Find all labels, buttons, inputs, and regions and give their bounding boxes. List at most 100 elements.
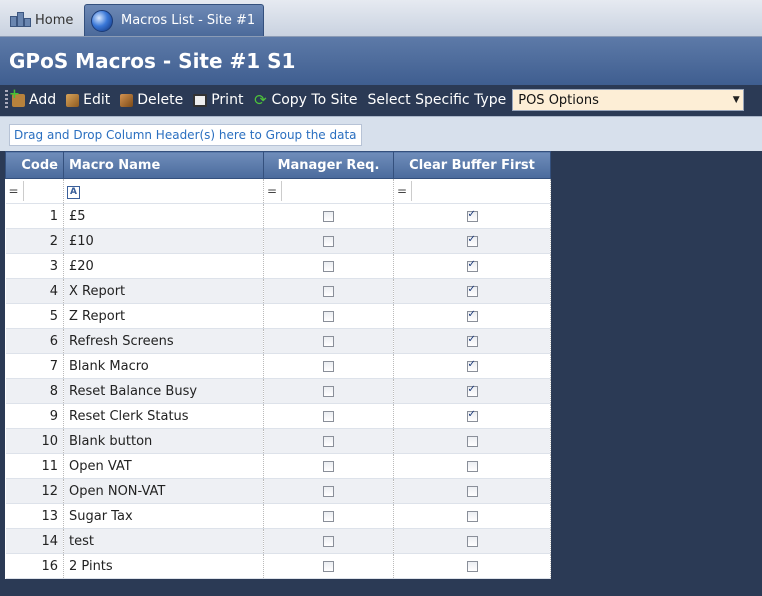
manager-req-checkbox[interactable] [323, 310, 334, 322]
manager-req-checkbox[interactable] [323, 210, 334, 222]
manager-req-checkbox[interactable] [323, 510, 334, 522]
column-header-manager-req[interactable]: Manager Req. [263, 151, 394, 179]
macros-grid: Code Macro Name Manager Req. Clear Buffe… [5, 151, 551, 579]
type-select[interactable]: POS Options ▼ [512, 89, 745, 111]
cell-manager [263, 328, 394, 354]
group-panel[interactable]: Drag and Drop Column Header(s) here to G… [0, 116, 762, 151]
cell-clear [393, 403, 551, 429]
type-select-label: Select Specific Type [367, 92, 507, 108]
manager-req-checkbox[interactable] [323, 260, 334, 272]
filter-text-icon[interactable]: A [67, 186, 80, 199]
cell-manager [263, 428, 394, 454]
tab-macros-list[interactable]: Macros List - Site #1 [84, 4, 264, 36]
clear-buffer-checkbox[interactable] [466, 510, 478, 522]
delete-button[interactable]: Delete [120, 92, 183, 108]
home-icon [10, 12, 31, 27]
cell-clear [393, 553, 551, 579]
group-panel-hint: Drag and Drop Column Header(s) here to G… [9, 124, 362, 146]
print-button[interactable]: Print [193, 92, 243, 108]
column-header-code[interactable]: Code [5, 151, 64, 179]
tab-home[interactable]: Home [6, 6, 80, 34]
cell-macro-name: £20 [63, 253, 264, 279]
filter-equals-icon[interactable]: = [397, 184, 411, 198]
table-row[interactable]: 5Z Report [5, 303, 551, 329]
cell-macro-name: £5 [63, 203, 264, 229]
cell-code: 11 [5, 453, 64, 479]
table-row[interactable]: 16 2 Pints [5, 553, 551, 579]
cell-macro-name: Open NON-VAT [63, 478, 264, 504]
filter-cell-name[interactable]: A [63, 178, 264, 204]
cell-clear [393, 203, 551, 229]
copy-icon: ⟳ [254, 90, 267, 109]
table-row[interactable]: 1 £5 [5, 203, 551, 229]
delete-label: Delete [137, 92, 184, 108]
cell-macro-name: Refresh Screens [63, 328, 264, 354]
clear-buffer-checkbox[interactable] [466, 485, 478, 497]
clear-buffer-checkbox[interactable] [466, 435, 478, 447]
table-row[interactable]: 2 £10 [5, 228, 551, 254]
manager-req-checkbox[interactable] [323, 435, 334, 447]
cell-clear [393, 303, 551, 329]
cell-manager [263, 278, 394, 304]
table-row[interactable]: 13 Sugar Tax [5, 503, 551, 529]
cell-clear [393, 378, 551, 404]
clear-buffer-checkbox[interactable] [466, 209, 478, 222]
manager-req-checkbox[interactable] [323, 485, 334, 497]
clear-buffer-checkbox[interactable] [466, 334, 478, 347]
manager-req-checkbox[interactable] [323, 235, 334, 247]
clear-buffer-checkbox[interactable] [466, 259, 478, 272]
page-title: GPoS Macros - Site #1 S1 [9, 49, 296, 73]
clear-buffer-checkbox[interactable] [466, 309, 478, 322]
table-row[interactable]: 4X Report [5, 278, 551, 304]
filter-cell-manager[interactable]: = [263, 178, 394, 204]
filter-equals-icon[interactable]: = [267, 184, 281, 198]
manager-req-checkbox[interactable] [323, 360, 334, 372]
cell-clear [393, 353, 551, 379]
cell-code: 5 [5, 303, 64, 329]
clear-buffer-checkbox[interactable] [466, 535, 478, 547]
add-button[interactable]: Add [9, 87, 56, 109]
manager-req-checkbox[interactable] [323, 285, 334, 297]
manager-req-checkbox[interactable] [323, 335, 334, 347]
clear-buffer-checkbox[interactable] [466, 560, 478, 572]
manager-req-checkbox[interactable] [323, 560, 334, 572]
column-header-clear-buffer[interactable]: Clear Buffer First [393, 151, 551, 179]
cell-manager [263, 528, 394, 554]
cell-macro-name: £10 [63, 228, 264, 254]
clear-buffer-checkbox[interactable] [466, 359, 478, 372]
manager-req-checkbox[interactable] [323, 535, 334, 547]
manager-req-checkbox[interactable] [323, 460, 334, 472]
filter-equals-icon[interactable]: = [9, 184, 23, 198]
table-row[interactable]: 3 £20 [5, 253, 551, 279]
cell-macro-name: Blank button [63, 428, 264, 454]
table-row[interactable]: 11 Open VAT [5, 453, 551, 479]
table-row[interactable]: 14 test [5, 528, 551, 554]
chevron-down-icon[interactable]: ▼ [729, 95, 743, 105]
edit-button[interactable]: Edit [66, 92, 110, 108]
table-row[interactable]: 9 Reset Clerk Status [5, 403, 551, 429]
column-header-macro-name[interactable]: Macro Name [63, 151, 264, 179]
cell-clear [393, 228, 551, 254]
manager-req-checkbox[interactable] [323, 385, 334, 397]
clear-buffer-checkbox[interactable] [466, 284, 478, 297]
cell-clear [393, 528, 551, 554]
filter-cell-code[interactable]: = [5, 178, 64, 204]
tab-strip: Home Macros List - Site #1 [0, 0, 762, 37]
table-row[interactable]: 7 Blank Macro [5, 353, 551, 379]
table-row[interactable]: 12 Open NON-VAT [5, 478, 551, 504]
table-row[interactable]: 10 Blank button [5, 428, 551, 454]
clear-buffer-checkbox[interactable] [466, 409, 478, 422]
table-row[interactable]: 6 Refresh Screens [5, 328, 551, 354]
cell-code: 7 [5, 353, 64, 379]
manager-req-checkbox[interactable] [323, 410, 334, 422]
clear-buffer-checkbox[interactable] [466, 234, 478, 247]
cell-clear [393, 503, 551, 529]
clear-buffer-checkbox[interactable] [466, 460, 478, 472]
cell-code: 13 [5, 503, 64, 529]
filter-cell-clear[interactable]: = [393, 178, 551, 204]
clear-buffer-checkbox[interactable] [466, 384, 478, 397]
toolbar-grip[interactable] [5, 90, 8, 110]
table-row[interactable]: 8 Reset Balance Busy [5, 378, 551, 404]
copy-to-site-button[interactable]: ⟳ Copy To Site [253, 92, 357, 108]
tab-macros-list-label: Macros List - Site #1 [121, 13, 256, 28]
